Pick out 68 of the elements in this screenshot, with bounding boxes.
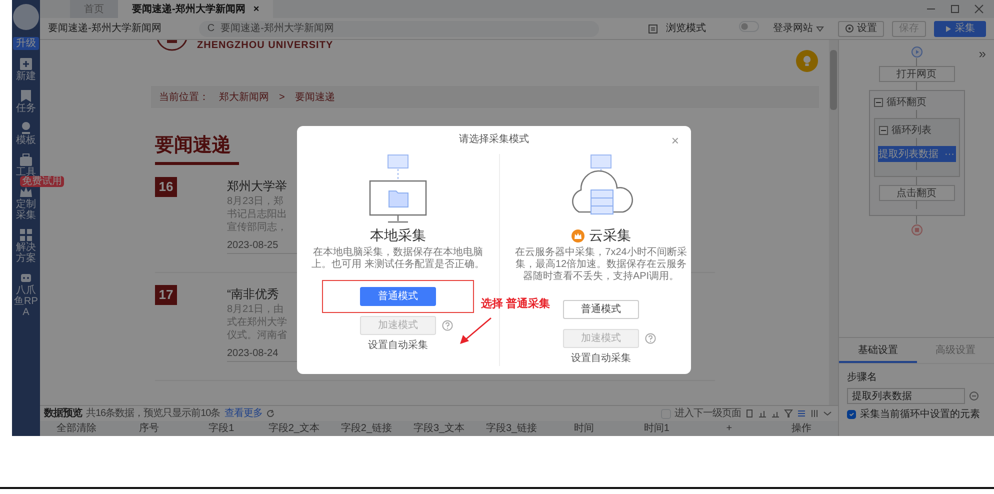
option-title: 本地采集 <box>370 227 426 244</box>
close-button[interactable]: × <box>671 134 679 148</box>
run-button[interactable]: 采集 <box>934 20 986 36</box>
column-header: 时间 <box>573 422 596 436</box>
browser-tab[interactable]: 要闻速递-郑州大学新闻网 × <box>118 0 274 18</box>
settings-tab[interactable]: 基础设置 <box>839 338 916 363</box>
sidebar-item[interactable]: 模板 <box>16 135 36 146</box>
column-header: 全部清除 <box>55 422 98 436</box>
next-level-label: 进入下一级页面 <box>674 406 741 421</box>
loop-label: 循环翻页 <box>886 96 926 110</box>
sidebar-item[interactable]: 八爪鱼RPA <box>12 285 40 318</box>
news-summary: 8月21日，由 <box>227 303 285 316</box>
breadcrumb-separator: > <box>279 90 285 104</box>
news-summary: 宣传部同志， <box>227 221 288 234</box>
settings-tab[interactable]: 高级设置 <box>916 338 994 363</box>
column-header: 字段3_文本 <box>412 422 466 436</box>
workflow-step[interactable]: 点击翻页 <box>878 185 954 201</box>
mode-button[interactable]: 普通模式 <box>360 287 436 306</box>
collapse-button[interactable]: » <box>978 44 986 64</box>
checkbox-label: 采集当前循环中设置的元素 <box>860 408 980 422</box>
upgrade-badge[interactable]: 升级 <box>13 37 39 50</box>
column-header: 字段1 <box>208 422 236 436</box>
field-label: 步骤名 <box>847 370 878 385</box>
browse-mode-label: 浏览模式 <box>666 22 706 36</box>
preview-title: 数据预览 <box>44 406 82 421</box>
logo-text: ZHENGZHOU UNIVERSITY <box>197 40 334 52</box>
step-name-field[interactable]: 提取列表数据 <box>847 388 965 404</box>
news-summary: 8月23日，郑 <box>227 195 285 208</box>
tab-close[interactable]: × <box>253 2 260 16</box>
preview-summary: 共16条数据，预览只显示前10条 <box>86 406 220 421</box>
column-header: 字段2_文本 <box>267 422 320 436</box>
column-header: 字段3_链接 <box>484 422 538 436</box>
loop-label: 循环列表 <box>892 124 932 138</box>
news-summary: 书记吕志阳出 <box>227 208 288 221</box>
annotation-label: 选择 普通采集 <box>481 296 550 312</box>
news-summary: 仪式。河南省 <box>227 329 288 342</box>
promo-tag: 免费试用 <box>20 176 64 187</box>
option-title: 云采集 <box>589 227 631 244</box>
news-summary: 式在郑州大学 <box>227 316 288 329</box>
address-bar[interactable]: C 要闻速递-郑州大学新闻网 <box>199 20 600 36</box>
breadcrumb-link[interactable]: 郑大新闻网 <box>219 90 269 104</box>
auto-collect-link[interactable]: 设置自动采集 <box>571 351 631 366</box>
breadcrumb-link[interactable]: 要闻速递 <box>294 90 335 104</box>
section-heading: 要闻速递 <box>155 134 231 158</box>
column-header: 字段2_链接 <box>340 422 394 436</box>
workflow-step[interactable]: 提取列表数据 ··· <box>878 146 956 162</box>
dialog-title: 请选择采集模式 <box>459 132 529 146</box>
news-number: 16 <box>155 177 177 197</box>
sidebar-item[interactable]: 定制采集 <box>12 199 40 221</box>
column-header: + <box>725 422 734 436</box>
more-button[interactable]: ··· <box>944 146 954 162</box>
auto-collect-link[interactable]: 设置自动采集 <box>368 338 428 353</box>
address-text: 要闻速递-郑州大学新闻网 <box>220 22 334 36</box>
column-header: 时间1 <box>642 422 670 436</box>
sidebar-item[interactable]: 任务 <box>16 103 36 114</box>
column-header: 操作 <box>790 422 813 436</box>
more-link[interactable]: 查看更多 <box>224 406 262 421</box>
sidebar-item[interactable]: 新建 <box>16 71 36 82</box>
reload-button[interactable]: C <box>207 21 215 36</box>
column-header: 序号 <box>138 422 160 436</box>
page-title: 要闻速递-郑州大学新闻网 <box>48 22 162 36</box>
settings-button[interactable]: 设置 <box>838 20 884 36</box>
sidebar-item[interactable]: 解决方案 <box>12 242 40 264</box>
news-number: 17 <box>155 285 177 305</box>
option-description: 在云服务器中采集，7x24小时不间断采集，最高12倍加速。数据保存在云服务器随时查看不丢失，支持API调用。 <box>514 247 688 283</box>
workflow-step[interactable]: 打开网页 <box>878 66 954 82</box>
breadcrumb-label: 当前位置： <box>159 90 209 104</box>
mode-button[interactable]: 普通模式 <box>563 300 639 318</box>
